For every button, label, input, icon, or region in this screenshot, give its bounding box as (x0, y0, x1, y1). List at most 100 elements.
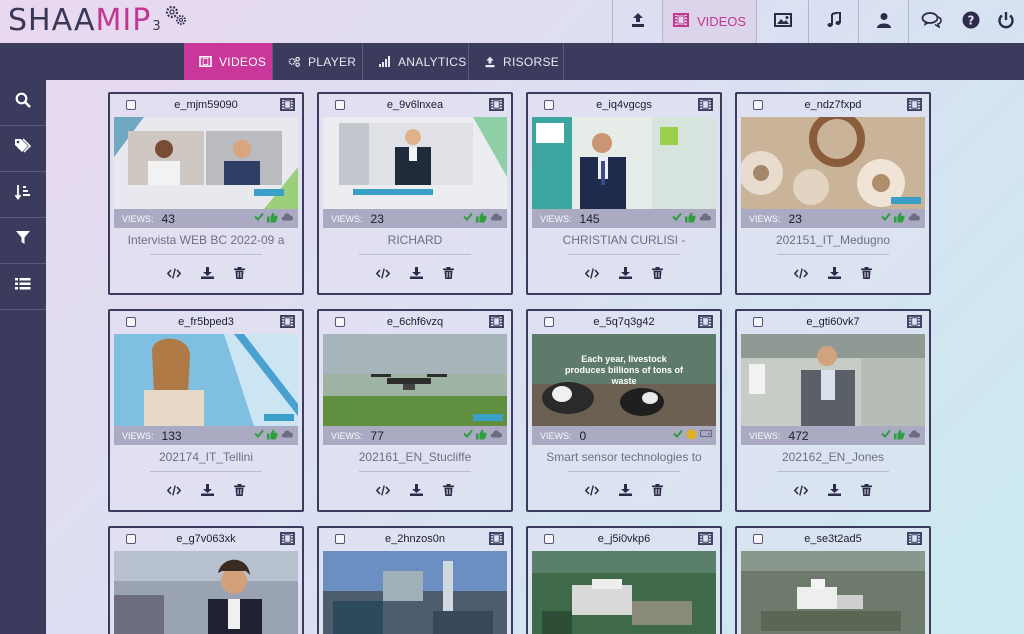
embed-code-button[interactable] (585, 484, 599, 496)
download-button[interactable] (410, 484, 423, 496)
status-icons (254, 212, 294, 223)
sidebar-tags-button[interactable] (0, 126, 46, 172)
embed-code-button[interactable] (167, 267, 181, 279)
tab-risorse[interactable]: RISORSE (469, 43, 564, 80)
thumbs-up-icon (685, 212, 696, 223)
images-button[interactable] (756, 0, 808, 43)
download-button[interactable] (201, 267, 214, 279)
upload-button[interactable] (612, 0, 662, 43)
views-label: VIEWS: (331, 213, 363, 224)
video-title[interactable]: CHRISTIAN CURLISI - (534, 233, 714, 251)
video-thumbnail[interactable] (323, 334, 507, 426)
download-button[interactable] (619, 267, 632, 279)
video-card[interactable]: e_iq4vgcgs VIEWS: 145 CHRISTIAN CURLISI - (526, 92, 722, 295)
video-thumbnail[interactable] (114, 117, 298, 209)
views-label: VIEWS: (331, 430, 363, 441)
card-actions (319, 265, 511, 281)
video-thumbnail[interactable] (114, 551, 298, 634)
video-card[interactable]: e_gti60vk7 VIEWS: 472 202162_EN_Jones (735, 309, 931, 512)
video-thumbnail[interactable] (741, 551, 925, 634)
embed-code-button[interactable] (585, 267, 599, 279)
video-card[interactable]: e_2hnzos0n (317, 526, 513, 634)
trash-icon (234, 484, 245, 496)
delete-button[interactable] (652, 267, 663, 279)
sidebar-sort-button[interactable] (0, 172, 46, 218)
download-icon (410, 484, 423, 496)
video-title[interactable]: Intervista WEB BC 2022-09 a (116, 233, 296, 251)
status-icons (672, 212, 712, 223)
download-icon (828, 484, 841, 496)
views-count: 472 (788, 428, 809, 443)
video-thumbnail[interactable] (741, 117, 925, 209)
chat-button[interactable] (908, 0, 954, 43)
video-title[interactable]: 202174_IT_Tellini (116, 450, 296, 468)
video-id: e_iq4vgcgs (596, 99, 652, 111)
trash-icon (652, 267, 663, 279)
film-icon (280, 532, 295, 550)
delete-button[interactable] (234, 267, 245, 279)
delete-button[interactable] (234, 484, 245, 496)
delete-button[interactable] (443, 484, 454, 496)
video-card[interactable]: e_ndz7fxpd VIEWS: 23 202151_IT_Medugno (735, 92, 931, 295)
video-thumbnail[interactable] (114, 334, 298, 426)
app-logo[interactable]: SHAA MIP 3 (8, 3, 188, 38)
sidebar (0, 80, 46, 634)
video-thumbnail[interactable] (323, 551, 507, 634)
embed-code-button[interactable] (794, 267, 808, 279)
download-button[interactable] (619, 484, 632, 496)
download-button[interactable] (828, 484, 841, 496)
video-card[interactable]: e_5q7q3g42 Each year, livestock produces… (526, 309, 722, 512)
users-button[interactable] (858, 0, 908, 43)
film-icon (199, 56, 212, 67)
video-card[interactable]: e_6chf6vzq VIEWS: 77 202161_EN_Stucliffe (317, 309, 513, 512)
video-thumbnail[interactable]: Each year, livestock produces billions o… (532, 334, 716, 426)
embed-code-button[interactable] (794, 484, 808, 496)
status-icons (463, 212, 503, 223)
video-card[interactable]: e_j5i0vkp6 (526, 526, 722, 634)
video-thumbnail[interactable] (323, 117, 507, 209)
embed-code-button[interactable] (167, 484, 181, 496)
card-actions (110, 265, 302, 281)
video-title[interactable]: Smart sensor technologies to (534, 450, 714, 468)
download-button[interactable] (201, 484, 214, 496)
video-title[interactable]: RICHARD (325, 233, 505, 251)
search-icon (15, 92, 31, 113)
sidebar-list-button[interactable] (0, 264, 46, 310)
tab-videos[interactable]: VIDEOS (184, 43, 273, 80)
video-thumbnail[interactable] (741, 334, 925, 426)
logo-text-main: SHAA (8, 3, 96, 38)
embed-code-button[interactable] (376, 484, 390, 496)
videos-top-button[interactable]: VIDEOS (662, 0, 756, 43)
trash-icon (861, 484, 872, 496)
video-thumbnail[interactable] (532, 117, 716, 209)
download-button[interactable] (410, 267, 423, 279)
sidebar-filter-button[interactable] (0, 218, 46, 264)
sidebar-search-button[interactable] (0, 80, 46, 126)
download-icon (619, 484, 632, 496)
delete-button[interactable] (861, 484, 872, 496)
delete-button[interactable] (652, 484, 663, 496)
embed-code-button[interactable] (376, 267, 390, 279)
video-title[interactable]: 202161_EN_Stucliffe (325, 450, 505, 468)
logo-version: 3 (152, 19, 162, 34)
audio-button[interactable] (808, 0, 858, 43)
help-button[interactable]: ? (954, 0, 988, 43)
video-card[interactable]: e_g7v063xk (108, 526, 304, 634)
tab-analytics[interactable]: ANALYTICS (363, 43, 469, 80)
video-card[interactable]: e_9v6lnxea VIEWS: 23 RICHARD (317, 92, 513, 295)
video-card[interactable]: e_fr5bped3 VIEWS: 133 202174_IT_Tellini (108, 309, 304, 512)
video-title[interactable]: 202151_IT_Medugno (743, 233, 923, 251)
tab-player[interactable]: PLAYER (273, 43, 363, 80)
video-id: e_6chf6vzq (386, 316, 444, 328)
logout-button[interactable] (988, 0, 1024, 43)
delete-button[interactable] (861, 267, 872, 279)
video-card[interactable]: e_mjm59090 VIEWS: 43 Intervista WEB BC 202… (108, 92, 304, 295)
views-bar: VIEWS: 23 (323, 209, 507, 228)
cloud-icon (490, 212, 503, 223)
trash-icon (652, 484, 663, 496)
download-button[interactable] (828, 267, 841, 279)
delete-button[interactable] (443, 267, 454, 279)
video-card[interactable]: e_se3t2ad5 (735, 526, 931, 634)
video-title[interactable]: 202162_EN_Jones (743, 450, 923, 468)
video-thumbnail[interactable] (532, 551, 716, 634)
